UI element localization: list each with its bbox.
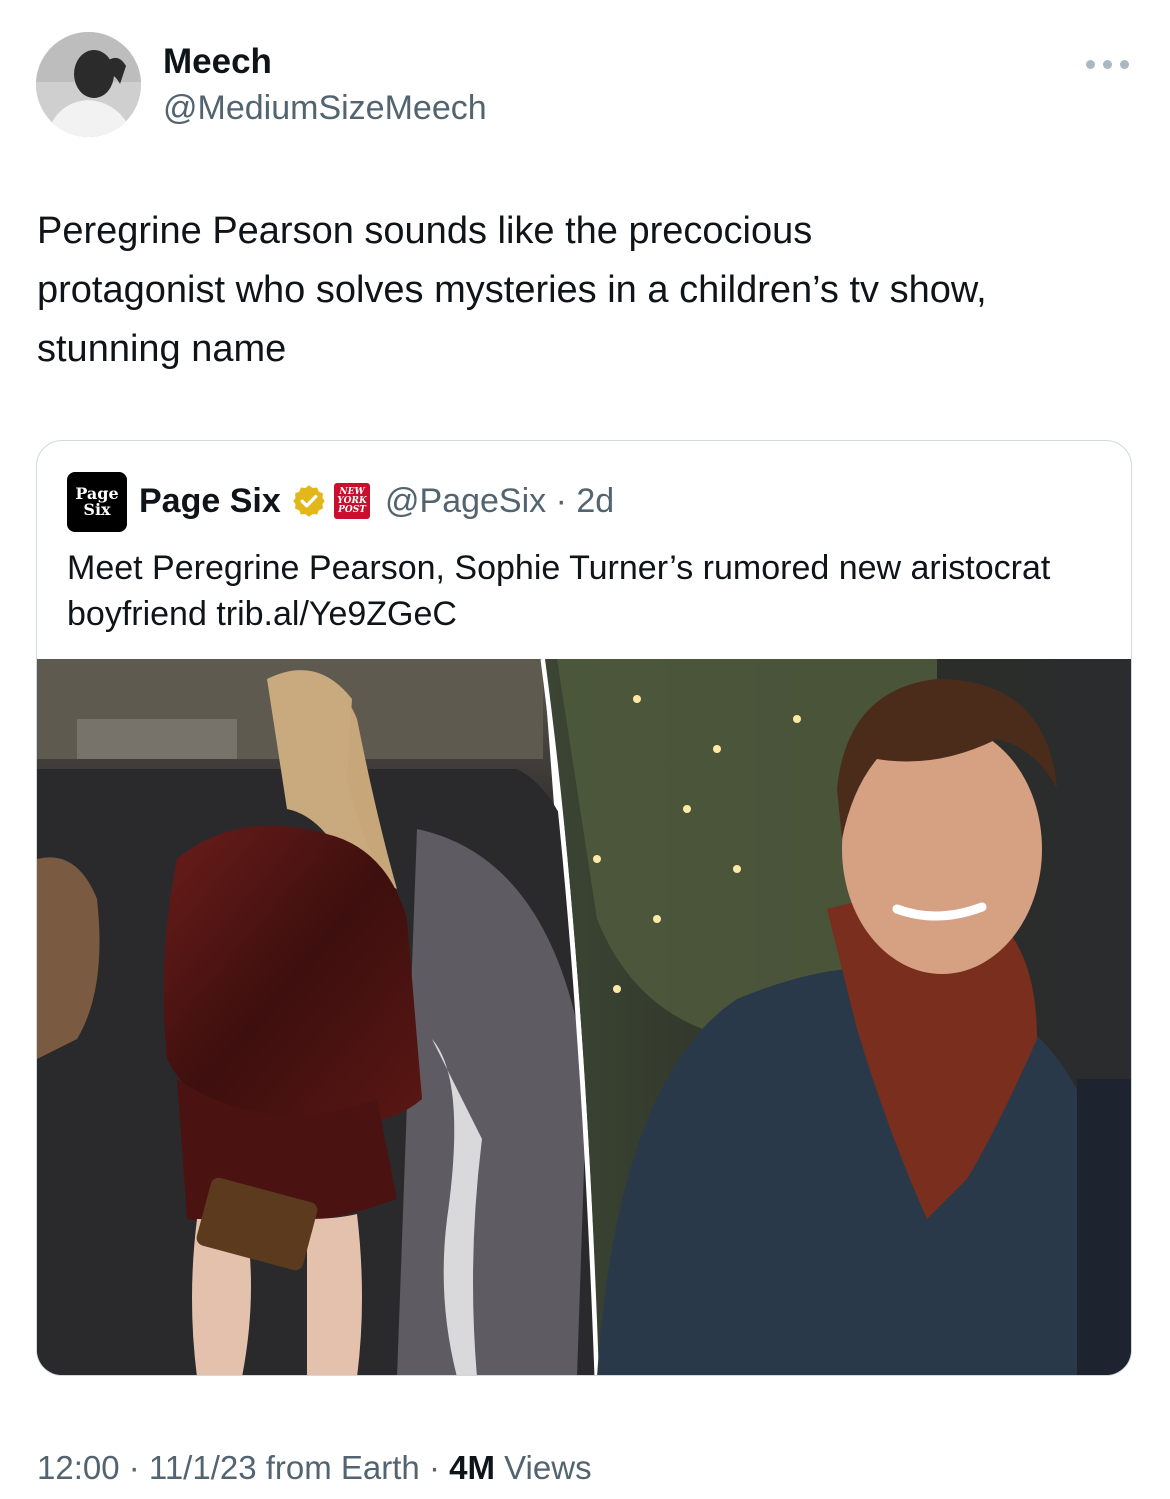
badge-line3: POST (338, 504, 366, 515)
author-display-name[interactable]: Meech (163, 42, 272, 82)
footer-separator-2: · (419, 1449, 450, 1486)
author-handle[interactable]: @MediumSizeMeech (163, 88, 487, 128)
avatar-photo (36, 32, 141, 137)
author-avatar[interactable] (36, 32, 141, 137)
quoted-text-body: Meet Peregrine Pearson, Sophie Turner’s … (67, 549, 1051, 633)
views-label: Views (494, 1449, 592, 1486)
quoted-display-name[interactable]: Page Six (139, 481, 281, 521)
quoted-tweet-text: Meet Peregrine Pearson, Sophie Turner’s … (67, 545, 1097, 637)
tweet-date[interactable]: 11/1/23 (149, 1449, 257, 1486)
tweet-time[interactable]: 12:00 (37, 1449, 120, 1486)
meta-separator: · (546, 482, 577, 520)
page-six-avatar[interactable]: Page Six (67, 472, 127, 532)
more-options-icon[interactable] (1084, 54, 1132, 74)
logo-line2: Six (83, 500, 111, 519)
quoted-media-image[interactable] (37, 659, 1132, 1376)
views-count: 4M (449, 1449, 495, 1486)
quoted-tweet-card[interactable]: Page Six Page Six NEW YORK POST @PageSix… (36, 440, 1132, 1376)
quoted-handle[interactable]: @PageSix (385, 482, 546, 520)
quoted-link[interactable]: trib.al/Ye9ZGeC (216, 595, 457, 633)
footer-separator: · (119, 1449, 149, 1486)
tweet-source: from Earth (256, 1449, 420, 1486)
quoted-meta: @PageSix · 2d (385, 481, 614, 521)
gold-verified-badge-icon (293, 485, 325, 517)
tweet-text: Peregrine Pearson sounds like the precoc… (37, 210, 987, 370)
quoted-age[interactable]: 2d (576, 482, 614, 520)
tweet-footer: 12:00 · 11/1/23 from Earth · 4M Views (37, 1448, 592, 1488)
nypost-affiliate-badge: NEW YORK POST (334, 483, 370, 519)
